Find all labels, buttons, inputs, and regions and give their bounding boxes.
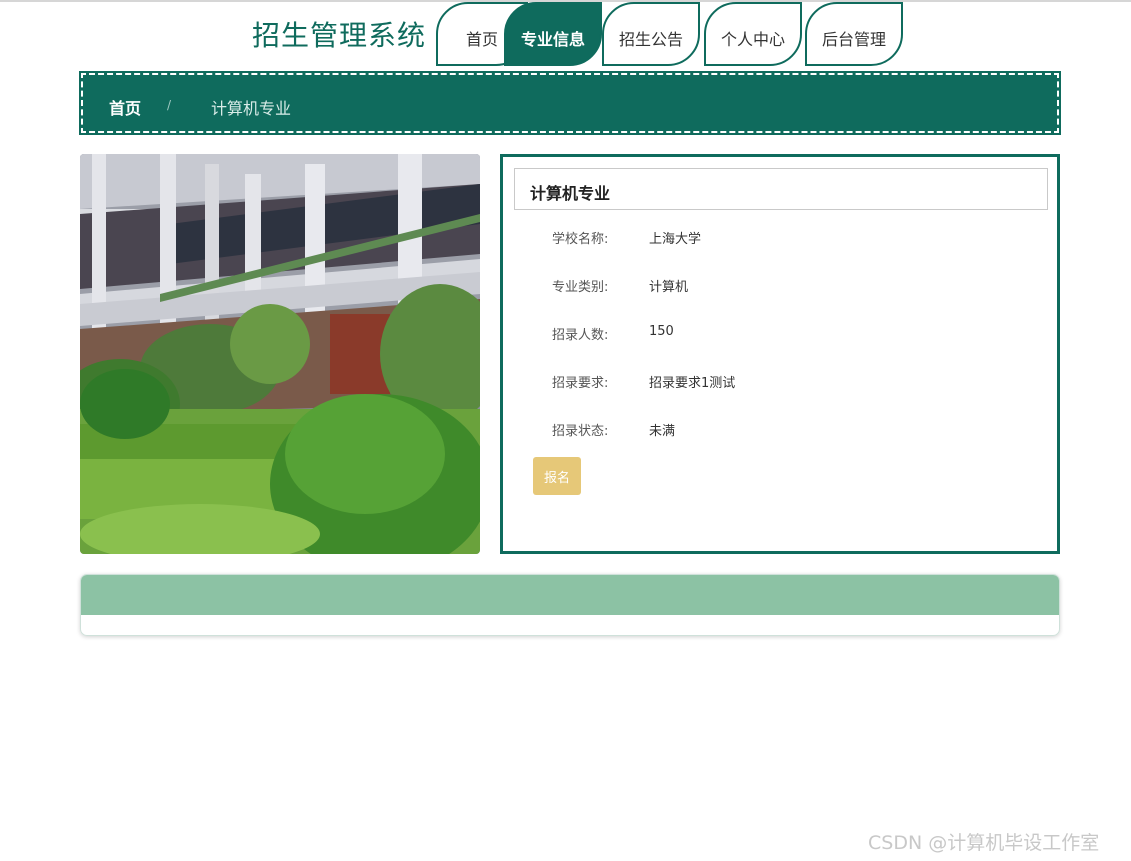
field-enrollment-count: 招录人数: 150 [503,324,1043,344]
field-label: 招录状态: [552,424,609,439]
major-title: 计算机专业 [530,184,611,203]
nav-tab-admin[interactable]: 后台管理 [805,2,903,66]
field-value: 上海大学 [649,232,702,247]
bottom-card [80,574,1060,636]
nav-tab-announcements[interactable]: 招生公告 [602,2,700,66]
breadcrumb-current: 计算机专业 [211,99,292,118]
field-value: 计算机 [649,280,689,295]
panel-title-box: 计算机专业 [514,168,1048,210]
field-label: 招录人数: [552,328,609,343]
watermark: CSDN @计算机毕设工作室 [868,832,1100,854]
apply-button[interactable]: 报名 [533,457,581,495]
campus-photo [80,154,480,554]
breadcrumb: 首页 / 计算机专业 [79,71,1061,135]
field-enrollment-status: 招录状态: 未满 [503,420,1043,440]
field-label: 学校名称: [552,232,609,247]
field-value: 150 [649,324,674,339]
field-enrollment-requirement: 招录要求: 招录要求1测试 [503,372,1043,392]
field-school-name: 学校名称: 上海大学 [503,228,1043,248]
field-value: 未满 [649,424,676,439]
nav-tab-personal-center[interactable]: 个人中心 [704,2,802,66]
field-value: 招录要求1测试 [649,376,736,391]
bottom-card-header [81,575,1059,615]
nav-tab-major-info[interactable]: 专业信息 [504,2,602,66]
site-title: 招生管理系统 [252,19,427,52]
field-major-category: 专业类别: 计算机 [503,276,1043,296]
field-label: 专业类别: [552,280,609,295]
breadcrumb-home-link[interactable]: 首页 [109,95,141,119]
major-detail-panel: 计算机专业 学校名称: 上海大学 专业类别: 计算机 招录人数: 150 招录要… [500,154,1060,554]
breadcrumb-separator: / [167,98,172,112]
field-label: 招录要求: [552,376,609,391]
